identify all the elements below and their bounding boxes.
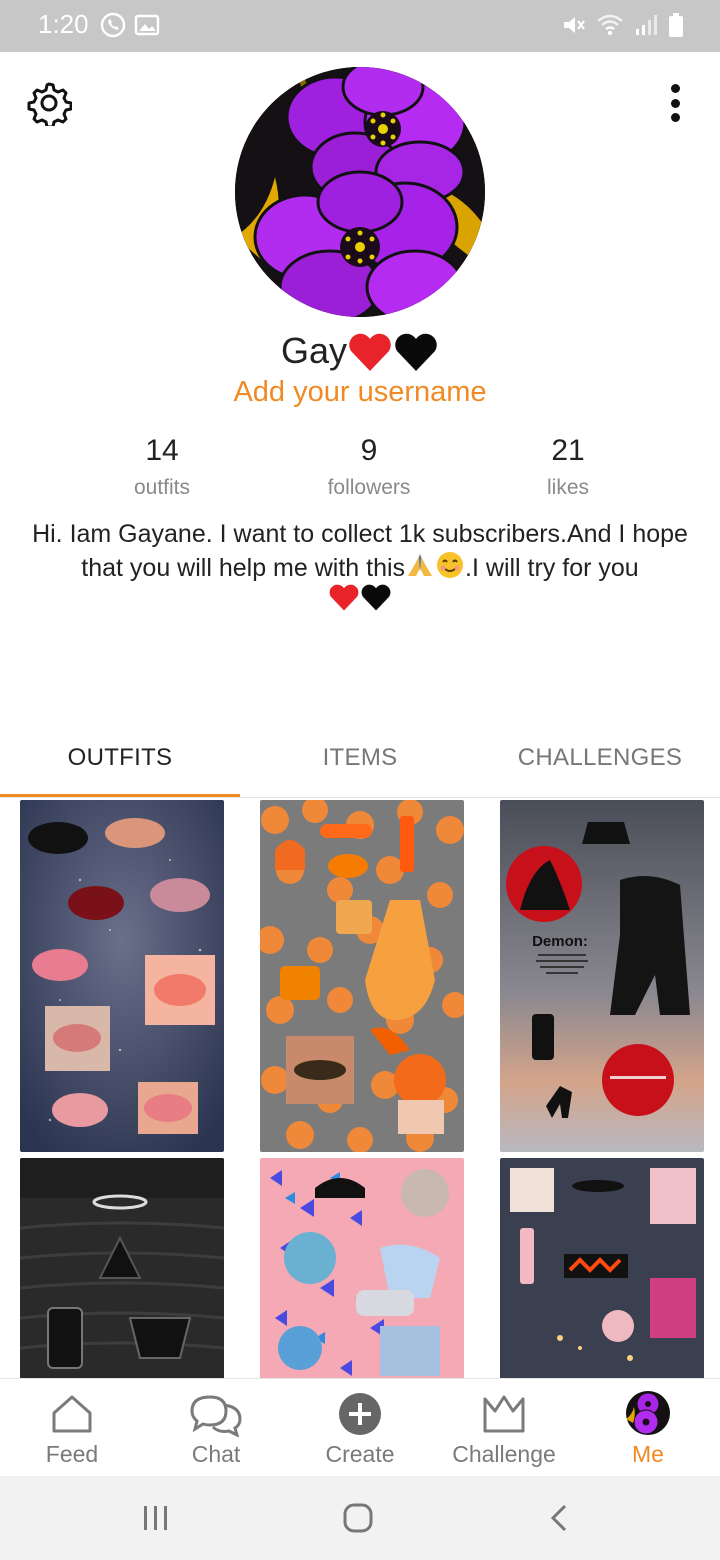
outfit-demon-image: Demon: <box>500 800 704 1152</box>
system-nav-bar <box>0 1476 720 1560</box>
outfit-orange-image <box>260 800 464 1152</box>
back-icon[interactable] <box>540 1498 580 1538</box>
gear-icon <box>27 82 73 129</box>
nav-label: Feed <box>45 1441 99 1467</box>
stat-value: 9 <box>360 434 378 467</box>
more-options-button[interactable] <box>660 80 690 126</box>
outfit-butterflies-image <box>260 1158 464 1378</box>
praying-hands-icon <box>408 554 433 576</box>
bottom-nav: Feed Chat Create Challenge Me <box>0 1378 720 1476</box>
image-icon <box>134 14 160 36</box>
profile-bio: Hi. Iam Gayane. I want to collect 1k sub… <box>14 518 706 616</box>
purple-flowers-avatar-small <box>626 1391 670 1435</box>
tab-outfits[interactable]: OUTFITS <box>0 730 240 800</box>
outfit-card-butterflies[interactable] <box>260 1158 464 1378</box>
nav-label: Challenge <box>452 1441 556 1467</box>
bio-text-2: .I will try for you <box>465 554 639 582</box>
home-icon <box>52 1395 92 1433</box>
demon-title: Demon: <box>532 933 588 950</box>
stat-label: followers <box>327 476 411 499</box>
status-bar: 1:20 <box>0 0 720 52</box>
stat-value: 14 <box>145 434 179 467</box>
outfit-lips-image <box>20 800 224 1152</box>
red-heart-icon <box>349 334 391 372</box>
smiling-face-icon <box>437 552 464 578</box>
nav-label: Create <box>325 1441 395 1467</box>
nav-create[interactable]: Create <box>288 1379 432 1477</box>
nav-feed[interactable]: Feed <box>0 1379 144 1477</box>
battery-icon <box>669 13 683 37</box>
more-dot <box>670 113 680 122</box>
red-heart-icon <box>329 584 359 611</box>
plus-circle-icon <box>339 1393 381 1435</box>
status-right-icons <box>560 12 684 38</box>
tab-items[interactable]: ITEMS <box>240 730 480 800</box>
outfit-black-image <box>20 1158 224 1378</box>
outfit-grid: Demon: <box>0 798 720 1378</box>
wifi-icon <box>597 14 623 36</box>
home-button-icon[interactable] <box>338 1498 378 1538</box>
nav-label: Me <box>632 1441 664 1467</box>
signal-icon <box>636 15 657 35</box>
black-heart-icon <box>395 334 437 372</box>
outfit-card-orange[interactable] <box>260 800 464 1152</box>
mute-icon <box>564 17 585 33</box>
stat-likes[interactable]: 21 likes <box>468 432 668 500</box>
outfit-card-city[interactable] <box>500 1158 704 1378</box>
settings-button[interactable] <box>26 80 73 129</box>
outfit-card-black[interactable] <box>20 1158 224 1378</box>
profile-stats: 14 outfits 9 followers 21 likes <box>0 432 720 512</box>
stat-label: likes <box>546 476 589 499</box>
more-dot <box>670 84 680 93</box>
stat-value: 21 <box>551 434 585 467</box>
status-time: 1:20 <box>38 9 89 39</box>
nav-me[interactable]: Me <box>576 1379 720 1477</box>
display-name: Gay <box>280 330 348 371</box>
nav-label: Chat <box>191 1441 241 1467</box>
nav-chat[interactable]: Chat <box>144 1379 288 1477</box>
black-heart-icon <box>361 584 391 611</box>
chat-icon <box>190 1395 242 1437</box>
stat-label: outfits <box>133 476 191 499</box>
stat-outfits[interactable]: 14 outfits <box>62 432 262 500</box>
crown-icon <box>483 1395 525 1433</box>
stat-followers[interactable]: 9 followers <box>269 432 469 500</box>
profile-tabs: OUTFITS ITEMS CHALLENGES <box>0 730 720 800</box>
tab-challenges[interactable]: CHALLENGES <box>480 730 720 800</box>
outfit-card-demon[interactable]: Demon: <box>500 800 704 1152</box>
nav-challenge[interactable]: Challenge <box>432 1379 576 1477</box>
viber-icon <box>100 12 126 38</box>
me-avatar <box>626 1391 670 1435</box>
status-left-icons <box>100 12 160 38</box>
purple-flowers-avatar-image <box>235 67 485 317</box>
more-dot <box>670 98 680 108</box>
add-username-link[interactable]: Add your username <box>0 376 720 409</box>
outfit-card-lips[interactable] <box>20 800 224 1152</box>
recent-apps-icon[interactable] <box>136 1498 176 1538</box>
outfit-city-image <box>500 1158 704 1378</box>
display-name-row: Gay <box>0 330 720 373</box>
profile-avatar[interactable] <box>235 67 485 317</box>
